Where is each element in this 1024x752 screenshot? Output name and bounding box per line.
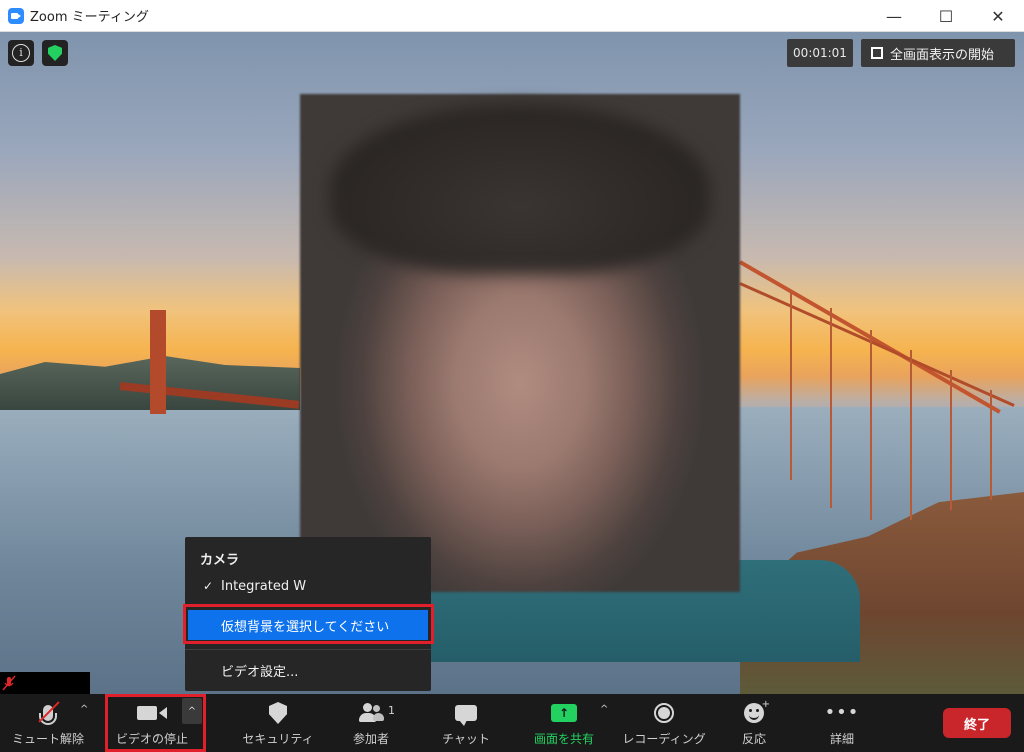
bridge-hanger [950, 370, 952, 510]
highlight-box-stop-video [105, 694, 206, 752]
shield-icon [269, 698, 287, 728]
bridge-hanger [870, 330, 872, 520]
chat-label: チャット [442, 732, 490, 746]
meeting-info-button[interactable]: i [8, 40, 34, 66]
video-stage [0, 32, 1024, 694]
info-icon: i [12, 44, 30, 62]
highlight-box-virtual-background [183, 604, 434, 644]
share-screen-button[interactable]: ↑ 画面を共有 [526, 694, 602, 752]
participants-button[interactable]: 参加者 [336, 694, 406, 752]
participant-hair [330, 104, 710, 274]
end-meeting-button[interactable]: 終了 [943, 708, 1011, 738]
bridge-hanger [790, 290, 792, 480]
mic-muted-icon [2, 675, 16, 691]
fullscreen-icon [871, 47, 883, 59]
unmute-label: ミュート解除 [11, 732, 84, 746]
check-icon: ✓ [203, 579, 214, 593]
share-options-caret[interactable]: ^ [600, 704, 608, 715]
share-screen-icon: ↑ [551, 698, 577, 728]
reactions-button[interactable]: + 反応 [724, 694, 784, 752]
bridge-hanger [830, 308, 832, 508]
zoom-app-icon [8, 7, 24, 24]
menu-divider [185, 649, 431, 650]
security-label: セキュリティ [242, 732, 314, 746]
bridge-tower [150, 310, 166, 414]
audio-options-caret[interactable]: ^ [80, 704, 88, 715]
enter-fullscreen-button[interactable]: 全画面表示の開始 [861, 39, 1015, 67]
close-button[interactable]: ✕ [972, 0, 1024, 32]
share-screen-label: 画面を共有 [533, 732, 594, 746]
recording-button[interactable]: レコーディング [622, 694, 706, 752]
participants-label: 参加者 [352, 732, 389, 746]
shield-check-icon [48, 45, 62, 61]
more-dots-icon: ••• [824, 702, 860, 723]
unmute-button[interactable]: ミュート解除 [8, 694, 88, 752]
camera-menu-title: カメラ [200, 553, 240, 568]
title-bar: Zoom ミーティング — ☐ ✕ [0, 0, 1024, 32]
bridge-hanger [990, 390, 992, 500]
menu-item-integrated-camera[interactable]: Integrated W [221, 579, 306, 594]
menu-item-video-settings[interactable]: ビデオ設定... [221, 661, 298, 680]
participants-icon [359, 698, 384, 728]
record-icon [654, 698, 674, 728]
mic-muted-icon [38, 698, 60, 728]
security-button[interactable]: セキュリティ [240, 694, 316, 752]
minimize-button[interactable]: — [868, 0, 920, 32]
smiley-icon: + [744, 698, 770, 728]
fullscreen-label: 全画面表示の開始 [890, 47, 995, 63]
window-controls: — ☐ ✕ [868, 0, 1024, 32]
more-button[interactable]: ••• 詳細 [812, 694, 872, 752]
bridge-hanger [910, 350, 912, 520]
encryption-badge[interactable] [42, 40, 68, 66]
maximize-button[interactable]: ☐ [920, 0, 972, 32]
window-title: Zoom ミーティング [30, 10, 149, 25]
more-label: 詳細 [829, 732, 854, 746]
chat-bubble-icon [455, 698, 477, 728]
reactions-label: 反応 [741, 732, 766, 746]
chat-button[interactable]: チャット [434, 694, 498, 752]
participants-count: 1 [388, 704, 395, 717]
meeting-timer: 00:01:01 [787, 39, 853, 67]
recording-label: レコーディング [622, 732, 706, 746]
